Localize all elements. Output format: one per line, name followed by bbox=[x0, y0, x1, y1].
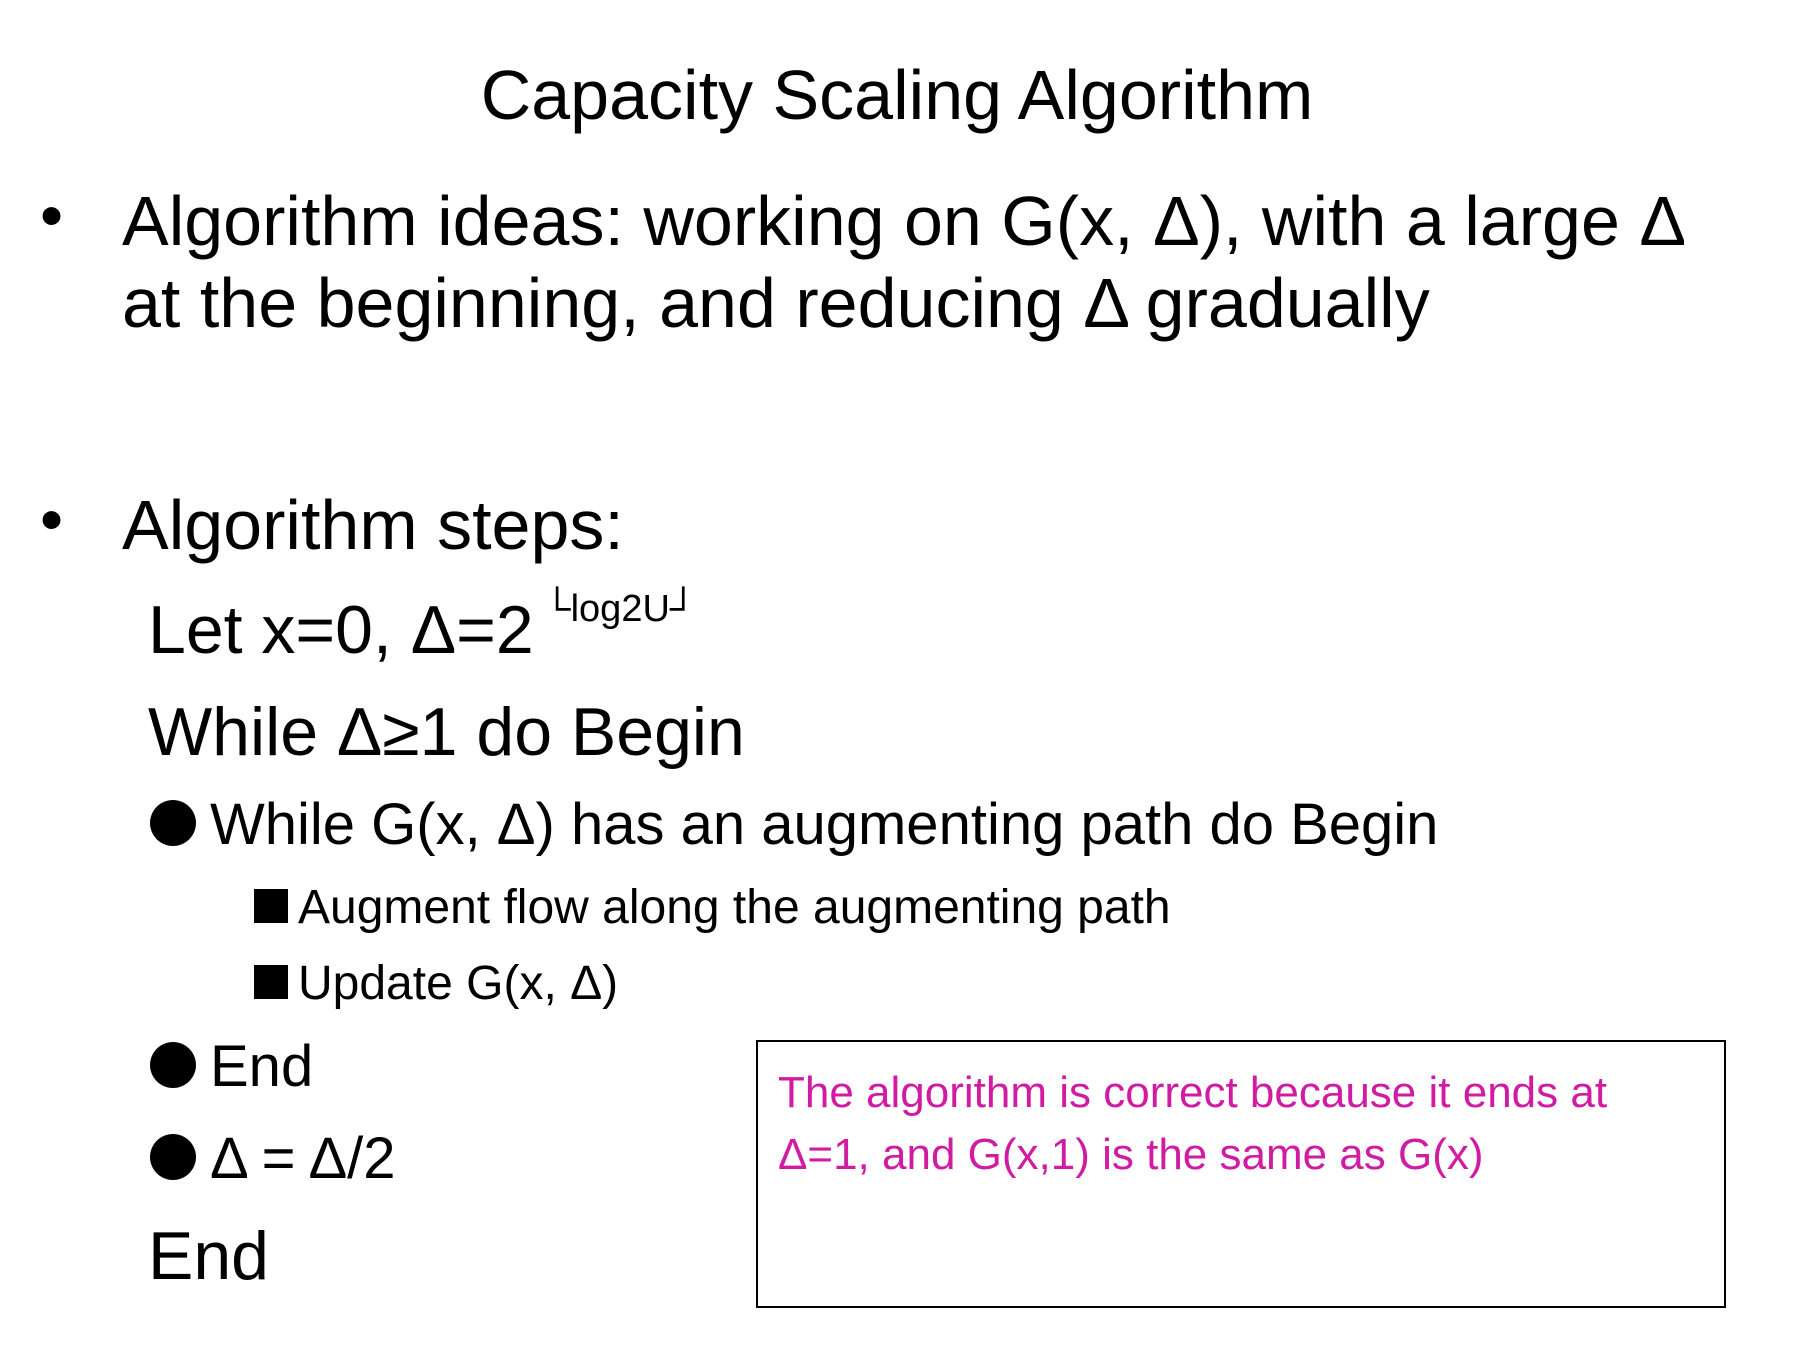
step-augment: Augment flow along the augmenting path bbox=[254, 884, 1171, 932]
step-halve-text: Δ = Δ/2 bbox=[210, 1126, 396, 1191]
step-update-text: Update G(x, Δ) bbox=[298, 957, 619, 1010]
step-halve: Δ = Δ/2 bbox=[150, 1130, 396, 1188]
bullet-ideas-line-2: at the beginning, and reducing Δ gradual… bbox=[122, 264, 1430, 342]
bullet-steps-heading: Algorithm steps: bbox=[122, 486, 624, 564]
circle-bullet-icon bbox=[150, 1133, 196, 1180]
step-init-text: Let x=0, Δ=2 bbox=[148, 592, 534, 668]
step-while-inner: While G(x, Δ) has an augmenting path do … bbox=[150, 796, 1438, 854]
step-init: Let x=0, Δ=2 └log2U┘ bbox=[148, 590, 697, 664]
step-end-inner-text: End bbox=[210, 1034, 314, 1099]
step-init-exponent: └log2U┘ bbox=[543, 588, 697, 630]
step-while-inner-text: While G(x, Δ) has an augmenting path do … bbox=[210, 792, 1439, 857]
step-end-inner: End bbox=[150, 1038, 313, 1096]
bullet-marker: • bbox=[40, 178, 64, 252]
step-update: Update G(x, Δ) bbox=[254, 960, 618, 1008]
circle-bullet-icon bbox=[150, 799, 196, 846]
step-end-outer: End bbox=[148, 1218, 269, 1294]
note-text: The algorithm is correct because it ends… bbox=[778, 1068, 1608, 1179]
square-bullet-icon bbox=[254, 889, 288, 924]
bullet-marker: • bbox=[40, 482, 64, 556]
circle-bullet-icon bbox=[150, 1041, 196, 1088]
square-bullet-icon bbox=[254, 965, 288, 1000]
slide-title: Capacity Scaling Algorithm bbox=[480, 56, 1314, 134]
step-while-outer: While Δ≥1 do Begin bbox=[148, 694, 745, 770]
bullet-ideas-line-1: Algorithm ideas: working on G(x, Δ), wit… bbox=[122, 182, 1687, 260]
step-augment-text: Augment flow along the augmenting path bbox=[298, 881, 1171, 934]
note-box: The algorithm is correct because it ends… bbox=[756, 1040, 1726, 1308]
